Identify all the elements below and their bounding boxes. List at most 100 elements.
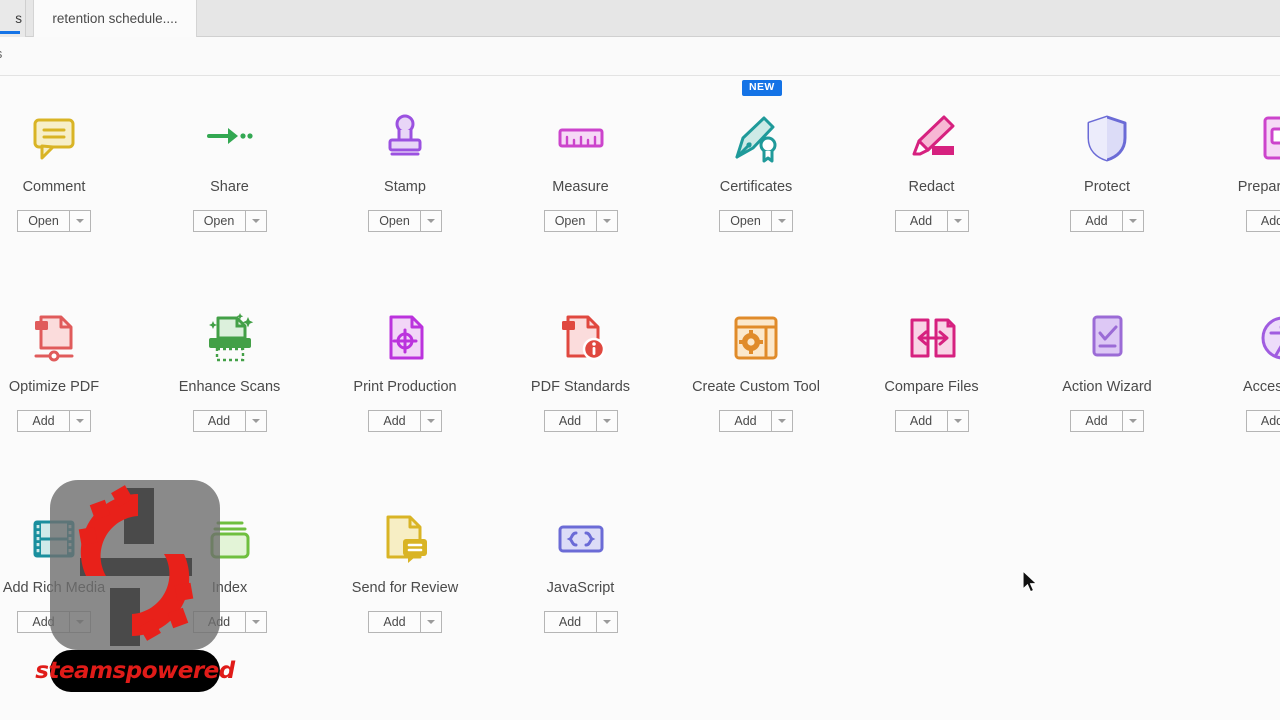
tool-action-button[interactable]: Add (368, 410, 420, 432)
action-wizard-icon[interactable] (1032, 302, 1182, 374)
chevron-down-icon (251, 620, 260, 624)
tool-action-button[interactable]: Add (894, 210, 947, 232)
tool-action-dropdown-button[interactable] (69, 210, 91, 232)
pdf-standards-info-icon[interactable] (506, 302, 656, 374)
tool-action-dropdown-button[interactable] (771, 410, 793, 432)
tool-action-dropdown-button[interactable] (420, 210, 442, 232)
tool-action-button[interactable]: Open (368, 210, 420, 232)
javascript-braces-icon[interactable] (506, 503, 656, 575)
tool-action-button[interactable]: Open (17, 210, 69, 232)
tool-card-prepare-form[interactable]: Prepare Form Add (1208, 102, 1280, 232)
watermark-text-pill: steamspowered (35, 650, 235, 692)
tool-card-comment[interactable]: Comment Open (0, 102, 129, 232)
tool-action-dropdown-button[interactable] (771, 210, 793, 232)
tool-action-button[interactable]: Add (192, 410, 245, 432)
tool-action-dropdown-button[interactable] (69, 410, 91, 432)
tool-label: Compare Files (884, 379, 979, 395)
toolbar-subbar: s (0, 37, 1280, 76)
tool-card-pdf-standards[interactable]: PDF Standards Add (506, 302, 656, 432)
tool-action-dropdown-button[interactable] (1122, 410, 1144, 432)
tool-label: Optimize PDF (8, 379, 100, 395)
chevron-down-icon (427, 219, 435, 223)
send-for-review-icon[interactable] (330, 503, 480, 575)
stamp-icon[interactable] (330, 102, 480, 174)
chevron-down-icon (778, 419, 786, 423)
tool-card-share[interactable]: Share Open (155, 102, 305, 232)
tool-action-dropdown-button[interactable] (946, 210, 969, 232)
tool-action-button[interactable]: Add (543, 611, 596, 633)
tool-action-button[interactable]: Add (894, 410, 947, 432)
tool-action-dropdown-button[interactable] (946, 410, 969, 432)
tool-action-button[interactable]: Add (1245, 210, 1280, 232)
tool-action-dropdown-button[interactable] (595, 210, 618, 232)
tool-label: Redact (908, 179, 955, 195)
tool-action-buttons: Add (857, 210, 1007, 232)
tool-label: Stamp (384, 179, 426, 195)
marker-redact-icon[interactable] (857, 102, 1007, 174)
tool-action-dropdown-button[interactable] (244, 410, 267, 432)
tool-action-buttons: Add (155, 410, 305, 432)
tool-label: Create Custom Tool (692, 379, 820, 395)
shield-icon[interactable] (1032, 102, 1182, 174)
chevron-down-icon (251, 219, 260, 223)
tool-label: JavaScript (546, 580, 615, 596)
tool-action-dropdown-button[interactable] (420, 611, 442, 633)
print-registration-icon[interactable] (330, 302, 480, 374)
tool-action-dropdown-button[interactable] (244, 611, 267, 633)
chevron-down-icon (602, 620, 611, 624)
tool-card-send-for-review[interactable]: Send for Review Add (330, 503, 480, 633)
tool-card-measure[interactable]: Measure Open (506, 102, 656, 232)
tool-action-button[interactable]: Open (192, 210, 245, 232)
tool-action-buttons: Add (681, 410, 831, 432)
custom-tool-gear-icon[interactable] (681, 302, 831, 374)
tool-card-print-production[interactable]: Print Production Add (330, 302, 480, 432)
tool-label: PDF Standards (530, 379, 631, 395)
tool-card-redact[interactable]: Redact Add (857, 102, 1007, 232)
tool-card-action-wizard[interactable]: Action Wizard Add (1032, 302, 1182, 432)
tool-action-buttons: Open (0, 210, 129, 232)
accessibility-icon[interactable] (1208, 302, 1280, 374)
tool-card-enhance-scans[interactable]: Enhance Scans Add (155, 302, 305, 432)
tool-card-javascript[interactable]: JavaScript Add (506, 503, 656, 633)
tool-card-protect[interactable]: Protect Add (1032, 102, 1182, 232)
tool-card-stamp[interactable]: Stamp Open (330, 102, 480, 232)
tool-action-buttons: Open (155, 210, 305, 232)
tool-action-dropdown-button[interactable] (595, 410, 618, 432)
tool-action-buttons: Open (506, 210, 656, 232)
tool-action-button[interactable]: Open (543, 210, 596, 232)
tool-action-buttons: Add (506, 611, 656, 633)
tool-action-button[interactable]: Add (1070, 410, 1122, 432)
tool-card-create-custom-tool[interactable]: Create Custom Tool Add (681, 302, 831, 432)
ruler-icon[interactable] (506, 102, 656, 174)
tool-card-certificates[interactable]: NEW Certificates Open (681, 80, 831, 232)
tab-active-indicator (0, 31, 20, 34)
tool-card-optimize-pdf[interactable]: Optimize PDF Add (0, 302, 129, 432)
tool-action-dropdown-button[interactable] (595, 611, 618, 633)
chevron-down-icon (427, 419, 435, 423)
tool-card-accessibility[interactable]: Accessibility Add (1208, 302, 1280, 432)
optimize-pdf-icon[interactable] (0, 302, 129, 374)
tool-action-button[interactable]: Open (719, 210, 771, 232)
tab-retention-schedule[interactable]: retention schedule.... (33, 0, 197, 37)
scanner-icon[interactable] (155, 302, 305, 374)
compare-files-icon[interactable] (857, 302, 1007, 374)
tool-action-dropdown-button[interactable] (420, 410, 442, 432)
tool-action-button[interactable]: Add (1070, 210, 1122, 232)
tool-label: Action Wizard (1062, 379, 1152, 395)
tool-action-button[interactable]: Add (17, 410, 69, 432)
comment-bubble-icon[interactable] (0, 102, 129, 174)
tool-action-button[interactable]: Add (719, 410, 771, 432)
tool-action-dropdown-button[interactable] (244, 210, 267, 232)
chevron-down-icon (602, 419, 611, 423)
chevron-down-icon (778, 219, 786, 223)
certificate-pen-icon[interactable]: NEW (681, 80, 831, 174)
tool-card-compare-files[interactable]: Compare Files Add (857, 302, 1007, 432)
tab-partial-left[interactable]: s (0, 0, 26, 37)
tool-action-button[interactable]: Add (368, 611, 420, 633)
chevron-down-icon (953, 419, 962, 423)
form-field-icon[interactable] (1208, 102, 1280, 174)
tool-action-button[interactable]: Add (1245, 410, 1280, 432)
share-arrow-icon[interactable] (155, 102, 305, 174)
tool-action-dropdown-button[interactable] (1122, 210, 1144, 232)
tool-action-button[interactable]: Add (543, 410, 596, 432)
